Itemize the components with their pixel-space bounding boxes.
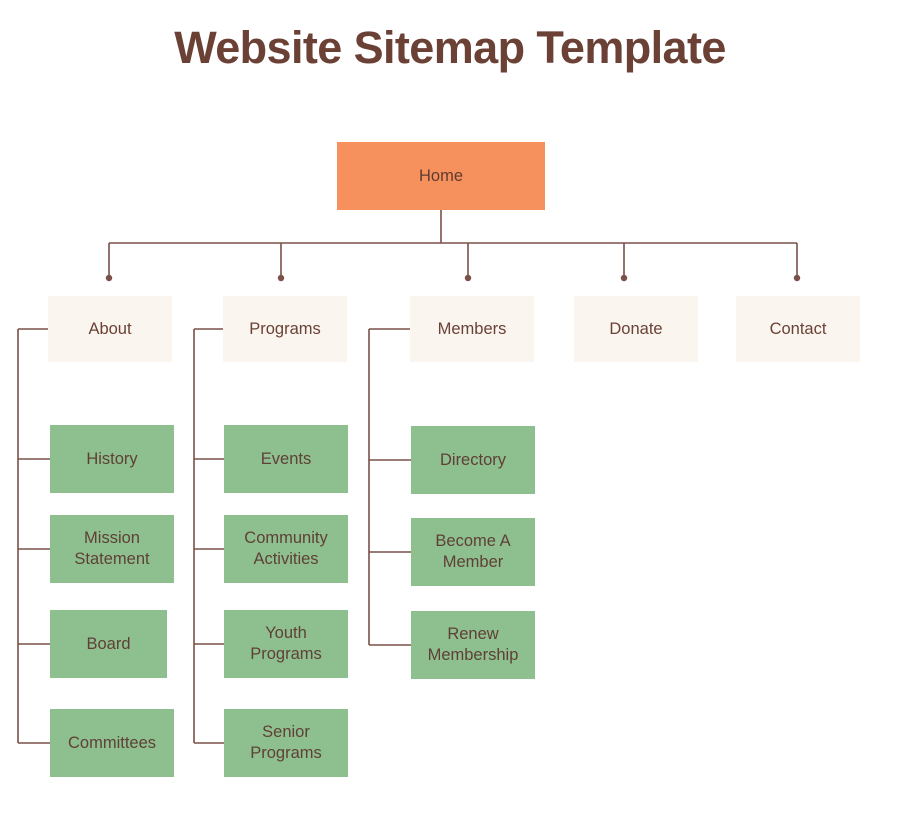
node-label: Events [260,449,312,468]
node-history[interactable]: History [50,425,174,493]
node-label: Donate [609,319,663,338]
node-senior-programs[interactable]: Senior Programs [224,709,348,777]
node-contact[interactable]: Contact [736,296,860,362]
node-label: History [86,449,138,468]
sitemap-canvas: Website Sitemap Template Home About Histor… [0,0,900,823]
node-board[interactable]: Board [50,610,167,678]
node-label: Youth Programs [250,624,322,663]
node-label: Home [418,166,463,185]
connector-dot-donate [620,274,628,282]
node-label: About [88,319,132,338]
node-label: Committees [67,733,157,752]
node-label: Become A Member [435,532,511,571]
node-label: Mission Statement [74,529,150,568]
node-become-a-member[interactable]: Become A Member [411,518,535,586]
node-home[interactable]: Home [337,142,545,210]
node-members[interactable]: Members [410,296,534,362]
connector-dot-members [464,274,472,282]
node-directory[interactable]: Directory [411,426,535,494]
node-label: Members [437,319,507,338]
node-about[interactable]: About [48,296,172,362]
connector-dot-programs [277,274,285,282]
page-title: Website Sitemap Template [174,22,726,73]
node-label: Contact [769,319,827,338]
node-label: Community Activities [244,529,328,568]
node-committees[interactable]: Committees [50,709,174,777]
connector-dot-about [105,274,113,282]
node-mission-statement[interactable]: Mission Statement [50,515,174,583]
node-events[interactable]: Events [224,425,348,493]
node-label: Renew Membership [427,625,519,664]
node-programs[interactable]: Programs [223,296,347,362]
node-label: Programs [249,319,321,338]
connector-lines [17,210,801,744]
node-renew-membership[interactable]: Renew Membership [411,611,535,679]
node-label: Board [86,634,131,653]
node-label: Directory [439,450,506,469]
node-youth-programs[interactable]: Youth Programs [224,610,348,678]
node-label: Senior Programs [250,723,322,762]
node-community-activities[interactable]: Community Activities [224,515,348,583]
node-donate[interactable]: Donate [574,296,698,362]
connector-dot-contact [793,274,801,282]
